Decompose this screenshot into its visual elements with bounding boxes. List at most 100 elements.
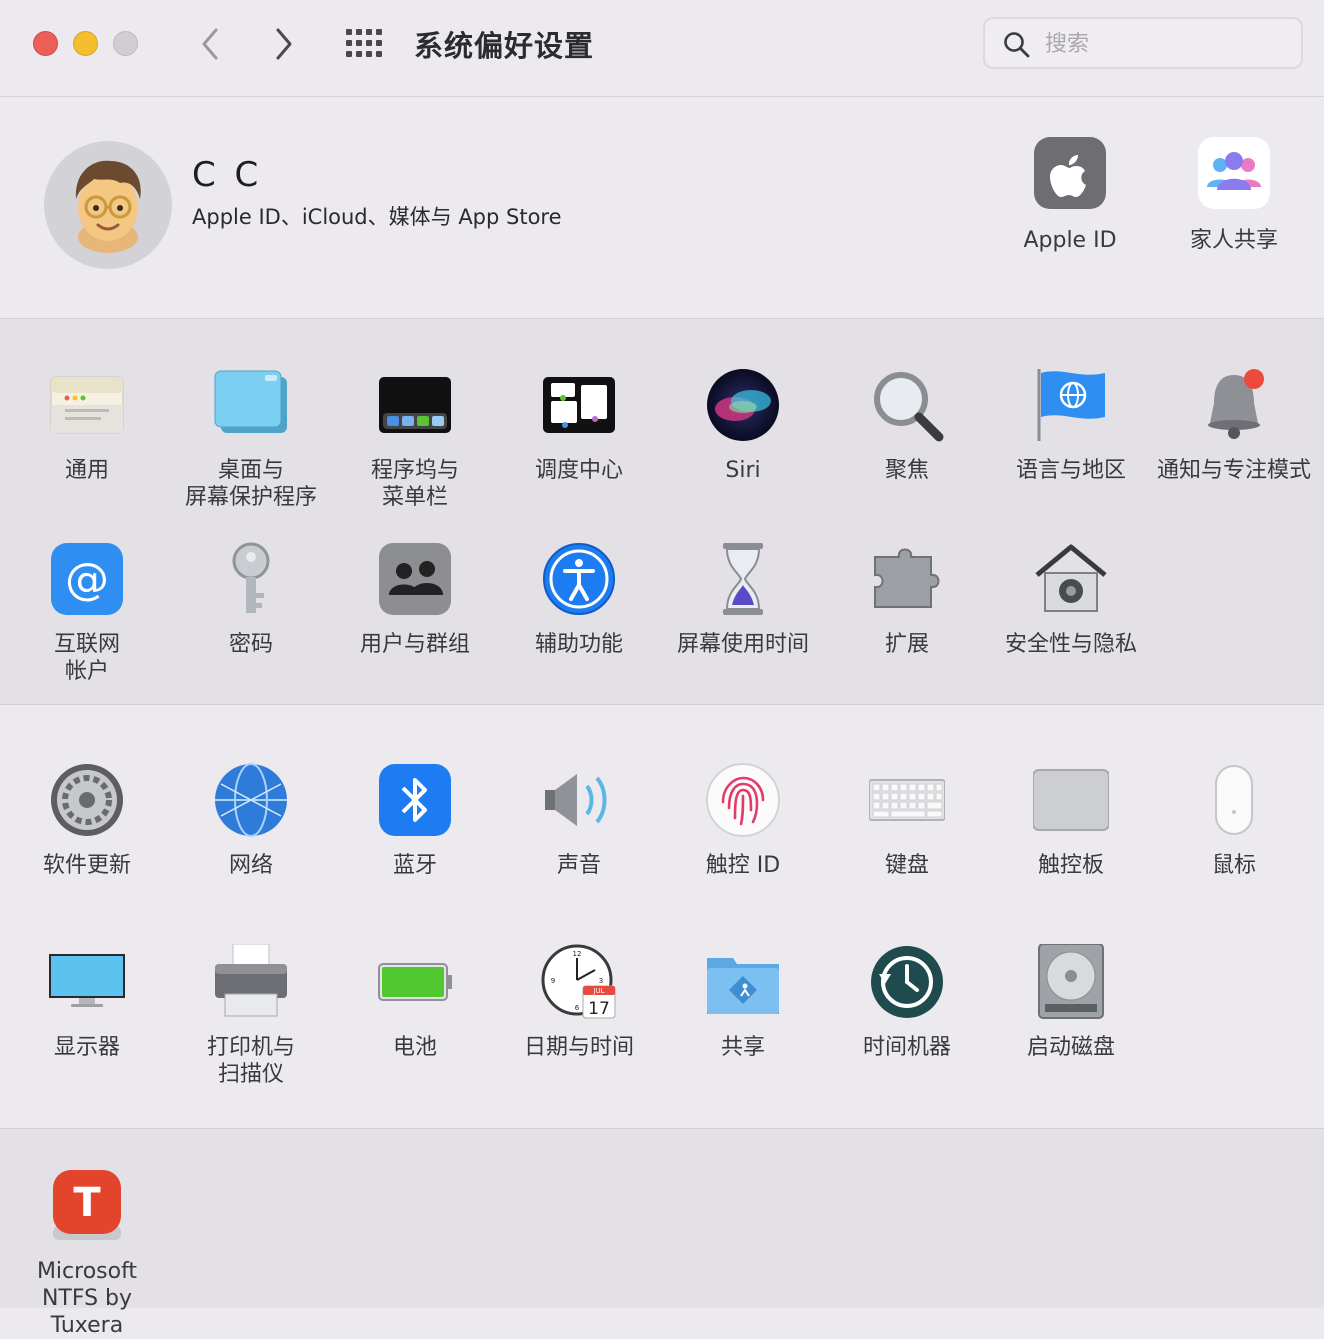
software-update-icon	[51, 764, 123, 836]
pref-label: Microsoft NTFS by Tuxera	[36, 1259, 138, 1338]
forward-button[interactable]	[262, 22, 306, 66]
accessibility-icon	[543, 543, 615, 615]
pref-sharing[interactable]: 共享	[661, 944, 825, 1061]
pref-users-groups[interactable]: 用户与群组	[333, 541, 497, 658]
pref-extensions[interactable]: 扩展	[825, 541, 989, 658]
displays-icon	[49, 954, 125, 1007]
pref-label: 调度中心	[534, 458, 623, 483]
pref-desktop-screensaver[interactable]: 桌面与 屏幕保护程序	[169, 367, 333, 511]
grid-icon	[346, 29, 382, 57]
pref-accessibility[interactable]: 辅助功能	[497, 541, 661, 658]
pref-startup-disk[interactable]: 启动磁盘	[989, 943, 1153, 1061]
trackpad-icon	[1032, 769, 1110, 831]
svg-text:12: 12	[573, 950, 582, 958]
notifications-icon	[1208, 369, 1264, 439]
pref-internet-accounts[interactable]: @ 互联网 帐户	[5, 541, 169, 685]
pref-label: 日期与时间	[523, 1035, 634, 1060]
pref-family-sharing[interactable]: 家人共享	[1152, 135, 1316, 254]
search-icon	[1004, 32, 1030, 58]
pref-displays[interactable]: 显示器	[5, 944, 169, 1061]
time-machine-icon	[871, 946, 943, 1018]
pref-keyboard[interactable]: 键盘	[825, 762, 989, 879]
pref-label: 软件更新	[42, 853, 131, 878]
pref-bluetooth[interactable]: 蓝牙	[333, 762, 497, 879]
pref-passwords[interactable]: 密码	[169, 541, 333, 658]
pref-notifications[interactable]: 通知与专注模式	[1152, 367, 1316, 484]
avatar[interactable]	[44, 141, 172, 269]
account-subtitle: Apple ID、iCloud、媒体与 App Store	[192, 205, 562, 229]
pref-label: 语言与地区	[1015, 458, 1126, 483]
desktop-screensaver-icon	[214, 370, 287, 433]
touch-id-icon	[706, 763, 780, 837]
pref-tuxera-ntfs[interactable]: T Microsoft NTFS by Tuxera	[5, 1168, 169, 1339]
pref-label: 触控板	[1037, 853, 1104, 878]
pref-trackpad[interactable]: 触控板	[989, 762, 1153, 879]
pref-mouse[interactable]: 鼠标	[1152, 762, 1316, 879]
zoom-window-button[interactable]	[113, 31, 138, 56]
pref-label: 安全性与隐私	[1004, 632, 1137, 657]
pref-touch-id[interactable]: 触控 ID	[661, 762, 825, 879]
pref-label: 用户与群组	[359, 632, 470, 657]
pref-label: 桌面与 屏幕保护程序	[184, 458, 317, 510]
pref-label: 显示器	[53, 1035, 120, 1060]
pref-label: 通知与专注模式	[1156, 458, 1311, 483]
show-all-button[interactable]	[344, 26, 386, 60]
spotlight-icon	[874, 372, 944, 442]
date-time-icon: 12 3 6 9 JUL 17	[541, 944, 616, 1019]
pref-software-update[interactable]: 软件更新	[5, 762, 169, 879]
window-title: 系统偏好设置	[414, 29, 595, 63]
pref-label: 家人共享	[1189, 228, 1278, 253]
pref-language-region[interactable]: 语言与地区	[989, 367, 1153, 484]
pref-dock-menubar[interactable]: 程序坞与 菜单栏	[333, 367, 497, 511]
pref-sound[interactable]: 声音	[497, 762, 661, 879]
pref-apple-id[interactable]: Apple ID	[988, 135, 1152, 254]
sharing-icon	[707, 958, 779, 1014]
back-button[interactable]	[188, 22, 232, 66]
hardware-preferences-section: 软件更新 网络 蓝牙 声音 触控 ID 键盘 触控板 鼠标 显示器 打印机与 扫…	[0, 705, 1324, 1129]
personal-preferences-section: 通用 桌面与 屏幕保护程序 程序坞与 菜单栏 调度中心 Siri 聚焦 语言与地…	[0, 319, 1324, 705]
account-header: C C Apple ID、iCloud、媒体与 App Store Apple …	[0, 97, 1324, 319]
pref-spotlight[interactable]: 聚焦	[825, 367, 989, 484]
svg-text:9: 9	[551, 977, 555, 985]
siri-icon	[707, 369, 779, 441]
pref-label: 电池	[392, 1035, 437, 1060]
search-field[interactable]	[983, 17, 1303, 69]
pref-label: 时间机器	[862, 1035, 951, 1060]
pref-mission-control[interactable]: 调度中心	[497, 367, 661, 484]
pref-printers-scanners[interactable]: 打印机与 扫描仪	[169, 943, 333, 1088]
svg-text:6: 6	[575, 1004, 580, 1012]
internet-accounts-icon: @	[51, 543, 123, 615]
battery-icon	[378, 963, 452, 1001]
pref-label: 键盘	[884, 853, 929, 878]
minimize-window-button[interactable]	[73, 31, 98, 56]
bluetooth-icon	[379, 764, 451, 836]
pref-time-machine[interactable]: 时间机器	[825, 944, 989, 1061]
other-preferences-section: T Microsoft NTFS by Tuxera	[0, 1129, 1324, 1338]
pref-security-privacy[interactable]: 安全性与隐私	[989, 541, 1153, 658]
calendar-day: 17	[588, 999, 610, 1019]
pref-label: 声音	[556, 853, 601, 878]
sound-icon	[545, 774, 607, 826]
dock-menubar-icon	[379, 377, 451, 433]
printer-icon	[215, 943, 287, 1017]
pref-label: 屏幕使用时间	[676, 632, 809, 657]
svg-text:T: T	[73, 1180, 101, 1226]
pref-date-time[interactable]: 12 3 6 9 JUL 17 日期与时间	[497, 944, 661, 1061]
close-window-button[interactable]	[33, 31, 58, 56]
pref-network[interactable]: 网络	[169, 762, 333, 879]
pref-general[interactable]: 通用	[5, 367, 169, 484]
pref-label: 蓝牙	[392, 853, 437, 878]
pref-label: 通用	[64, 458, 109, 483]
pref-screen-time[interactable]: 屏幕使用时间	[661, 541, 825, 658]
mouse-icon	[1215, 765, 1253, 835]
pref-label: 网络	[228, 853, 273, 878]
search-input[interactable]	[1043, 27, 1287, 61]
pref-battery[interactable]: 电池	[333, 944, 497, 1061]
pref-siri[interactable]: Siri	[661, 367, 825, 484]
keyboard-icon	[868, 779, 946, 821]
mission-control-icon	[543, 377, 615, 433]
pref-label: 聚焦	[884, 458, 929, 483]
security-privacy-icon	[1035, 544, 1107, 612]
pref-label: 密码	[228, 632, 273, 657]
pref-label: 互联网 帐户	[53, 632, 120, 684]
